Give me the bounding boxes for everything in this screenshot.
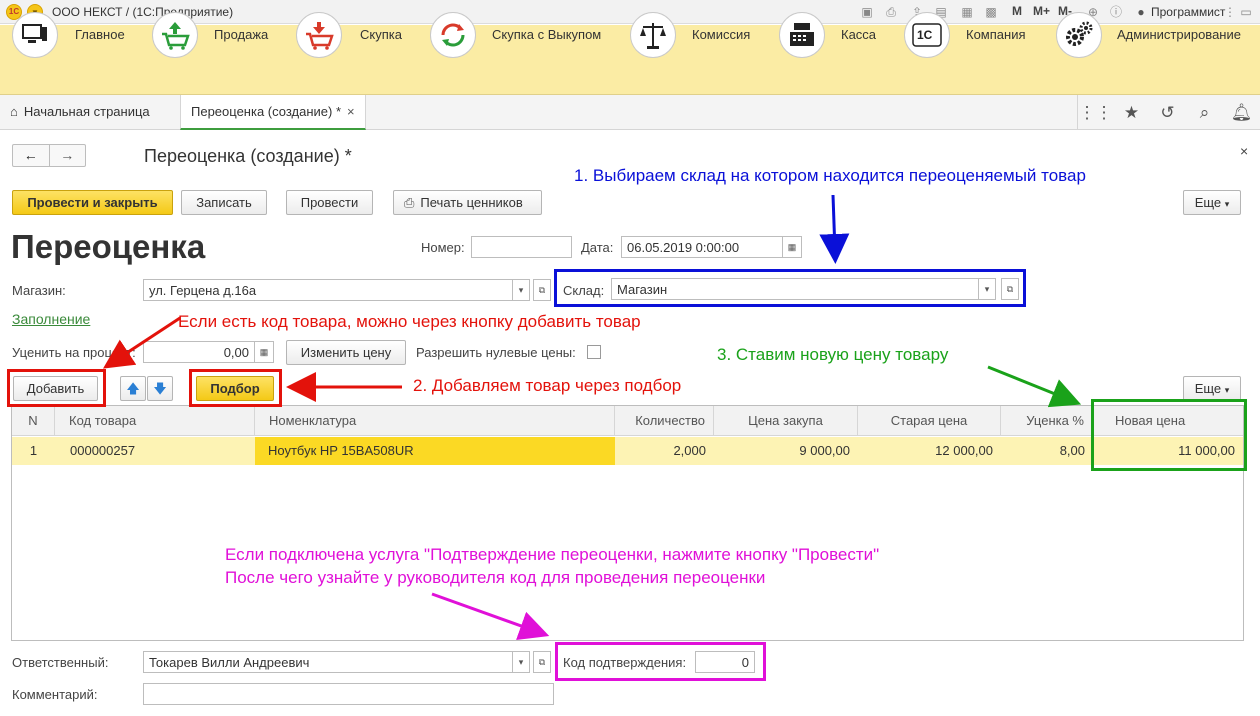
arrow-code-hint <box>102 316 181 369</box>
annotation-arrows <box>102 194 1082 641</box>
arrow-confirm <box>431 592 550 641</box>
arrow-step3 <box>987 365 1082 408</box>
arrow-step1 <box>819 194 850 264</box>
